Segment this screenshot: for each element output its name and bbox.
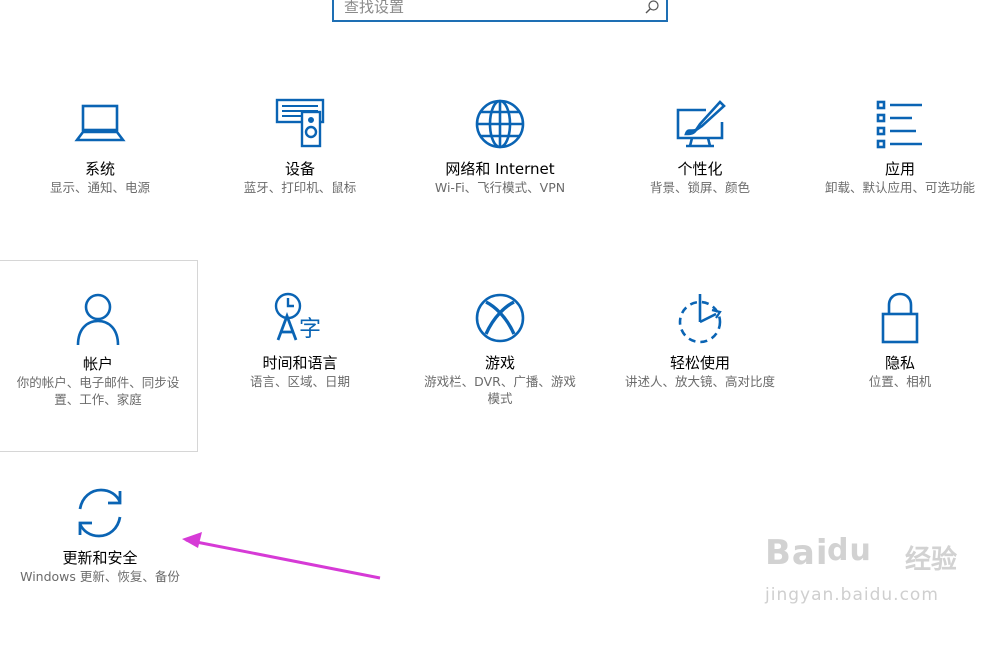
annotation-arrow (182, 532, 381, 580)
devices-icon (272, 94, 328, 150)
watermark-brand-cn: 经验 (905, 545, 958, 575)
search-input[interactable] (344, 0, 634, 18)
tile-privacy[interactable]: 隐私 位置、相机 (800, 260, 1000, 450)
tile-network[interactable]: 网络和 Internet Wi-Fi、飞行模式、VPN (400, 88, 600, 278)
tile-description: 背景、锁屏、颜色 (649, 180, 750, 195)
tile-apps[interactable]: 应用 卸载、默认应用、可选功能 (800, 88, 1000, 278)
xbox-icon (472, 290, 528, 346)
laptop-icon (72, 96, 128, 152)
tile-description: 讲述人、放大镜、高对比度 (624, 374, 775, 389)
tile-title: 个性化 (677, 160, 723, 178)
baidu-watermark: Bai du 经验 jingyan.baidu.com (765, 525, 995, 615)
tile-title: 隐私 (884, 354, 915, 372)
svg-text:字: 字 (299, 317, 321, 342)
tile-description: 语言、区域、日期 (249, 374, 350, 389)
tile-title: 游戏 (484, 354, 515, 372)
tile-title: 应用 (884, 160, 915, 178)
search-box[interactable] (332, 0, 668, 22)
time-language-icon: 字 (272, 290, 328, 346)
tile-description: 你的帐户、电子邮件、同步设置、工作、家庭 (16, 375, 180, 407)
tile-title: 帐户 (82, 355, 113, 373)
tile-description: Windows 更新、恢复、备份 (20, 569, 180, 584)
tile-ease-of-access[interactable]: 轻松使用 讲述人、放大镜、高对比度 (600, 260, 800, 450)
tile-description: 卸载、默认应用、可选功能 (824, 180, 975, 195)
tile-title: 轻松使用 (669, 354, 730, 372)
tile-title: 时间和语言 (262, 354, 338, 372)
watermark-brand: Bai (765, 533, 829, 573)
sync-icon (72, 485, 128, 541)
tile-description: 位置、相机 (868, 374, 932, 389)
tile-description: 蓝牙、打印机、鼠标 (243, 180, 357, 195)
tile-time-language[interactable]: 字 时间和语言 语言、区域、日期 (200, 260, 400, 450)
tile-title: 设备 (284, 160, 315, 178)
search-icon[interactable] (644, 0, 660, 15)
tile-title: 更新和安全 (62, 549, 138, 567)
apps-list-icon (872, 98, 928, 154)
paintbrush-icon (672, 98, 728, 154)
tile-title: 系统 (84, 160, 115, 178)
tile-gaming[interactable]: 游戏 游戏栏、DVR、广播、游戏模式 (400, 260, 600, 450)
watermark-url: jingyan.baidu.com (765, 585, 939, 605)
tile-description: 显示、通知、电源 (49, 180, 150, 195)
person-icon (70, 291, 126, 347)
tile-accounts[interactable]: 帐户 你的帐户、电子邮件、同步设置、工作、家庭 (0, 260, 198, 452)
tile-description: Wi-Fi、飞行模式、VPN (434, 180, 566, 195)
lock-icon (872, 290, 928, 346)
ease-of-access-icon (672, 292, 728, 348)
tile-system[interactable]: 系统 显示、通知、电源 (0, 88, 200, 278)
tile-personalization[interactable]: 个性化 背景、锁屏、颜色 (600, 88, 800, 278)
globe-icon (472, 96, 528, 152)
watermark-brand-mid: du (827, 533, 872, 568)
tile-update-security[interactable]: 更新和安全 Windows 更新、恢复、备份 (0, 455, 200, 645)
tile-description: 游戏栏、DVR、广播、游戏模式 (424, 374, 576, 406)
tile-devices[interactable]: 设备 蓝牙、打印机、鼠标 (200, 88, 400, 278)
tile-title: 网络和 Internet (445, 160, 555, 178)
